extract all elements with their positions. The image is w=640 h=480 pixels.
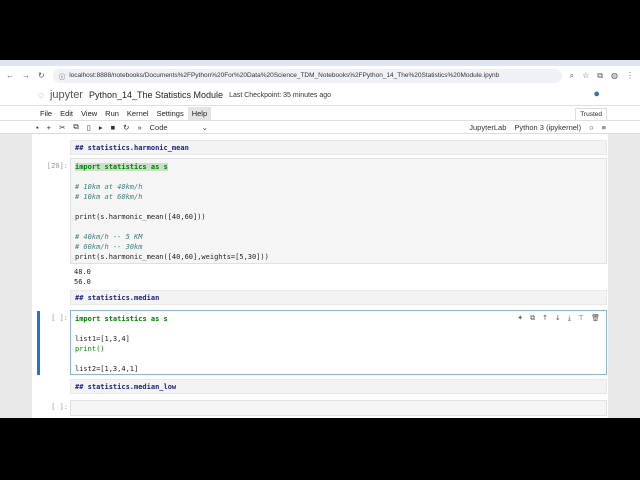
ai-sparkle-icon[interactable]: ✦: [517, 313, 523, 323]
python-logo-icon: ●: [593, 88, 600, 100]
duplicate-icon[interactable]: ⧉: [530, 313, 535, 323]
bookmark-star-icon[interactable]: ☆: [582, 71, 589, 80]
stop-icon[interactable]: ■: [111, 123, 116, 132]
menu-kernel[interactable]: Kernel: [123, 107, 153, 120]
menu-view[interactable]: View: [77, 107, 101, 120]
hamburger-icon[interactable]: ≡: [602, 123, 606, 132]
cut-icon[interactable]: ✂: [59, 123, 65, 132]
move-down-icon[interactable]: ↓: [555, 313, 561, 323]
menu-run[interactable]: Run: [101, 107, 123, 120]
kernel-status-icon: ○: [589, 122, 594, 132]
notebook-toolbar: ▪ + ✂ ⧉ ▯ ▸ ■ ↻ » Code ⌄ JupyterLab Pyth…: [0, 120, 640, 134]
code-line: list1=[1,3,4]: [75, 335, 130, 343]
markdown-cell[interactable]: ## statistics.median: [70, 290, 607, 305]
run-icon[interactable]: ▸: [99, 123, 103, 132]
cell-prompt: [20]:: [46, 162, 68, 170]
kernel-name[interactable]: Python 3 (ipykernel): [514, 123, 581, 132]
output-line: 56.0: [74, 278, 91, 286]
format-icon[interactable]: ⊤: [578, 313, 584, 323]
chevron-down-icon[interactable]: ⌄: [202, 123, 208, 132]
paste-icon[interactable]: ▯: [87, 123, 91, 132]
active-code-cell[interactable]: import statistics as s list1=[1,3,4] pri…: [70, 310, 607, 375]
code-line: import statistics as s: [75, 315, 168, 323]
markdown-text: ## statistics.harmonic_mean: [75, 144, 189, 152]
markdown-cell[interactable]: ## statistics.harmonic_mean: [70, 140, 607, 155]
cell-output: 48.0 56.0: [74, 267, 91, 287]
markdown-cell[interactable]: ## statistics.median_low: [70, 379, 607, 394]
restart-icon[interactable]: ↻: [123, 123, 129, 132]
notebook-title[interactable]: Python_14_The Statistics Module: [89, 90, 223, 100]
zoom-icon[interactable]: ⌕: [570, 71, 574, 81]
code-line: print(s.harmonic_mean([40,60],weights=[5…: [75, 253, 269, 261]
cell-prompt: [ ]:: [51, 314, 68, 322]
menu-file[interactable]: File: [36, 107, 56, 120]
jupyter-logo-text: jupyter: [49, 89, 83, 101]
jupyter-header: ◌ jupyter Python_14_The Statistics Modul…: [0, 85, 640, 105]
browser-toolbar: ← → ↻ ⓘ localhost:8888/notebooks/Document…: [0, 66, 640, 85]
jupyter-logo-icon: ◌: [38, 89, 44, 101]
menu-dots-icon[interactable]: ⋮: [626, 71, 634, 80]
code-line: # 10km at 60km/h: [75, 193, 143, 201]
cell-type-select[interactable]: Code: [150, 123, 194, 132]
insert-below-icon[interactable]: ⤓: [568, 313, 571, 323]
code-line: print(s.harmonic_mean([40,60])): [75, 213, 206, 221]
save-icon[interactable]: ▪: [36, 123, 39, 132]
extensions-icon[interactable]: ⧉: [597, 71, 603, 81]
code-line: # 10km at 40km/h: [75, 183, 143, 191]
address-bar[interactable]: ⓘ localhost:8888/notebooks/Documents%2FPy…: [52, 68, 562, 83]
code-line: # 40km/h -- 5 KM: [75, 233, 143, 241]
forward-icon[interactable]: →: [22, 71, 30, 80]
info-icon: ⓘ: [58, 73, 66, 81]
markdown-text: ## statistics.median_low: [75, 383, 177, 391]
menu-settings[interactable]: Settings: [153, 107, 188, 120]
code-line: list2=[1,3,4,1]: [75, 365, 139, 373]
add-cell-icon[interactable]: +: [47, 123, 51, 132]
code-line: print(): [75, 345, 105, 353]
code-cell[interactable]: import statistics as s # 10km at 40km/h …: [70, 158, 607, 264]
output-line: 48.0: [74, 268, 91, 276]
copy-icon[interactable]: ⧉: [73, 122, 78, 132]
checkpoint-status: Last Checkpoint: 35 minutes ago: [229, 91, 332, 99]
profile-icon[interactable]: ◍: [611, 71, 618, 80]
code-line: # 60km/h -- 30km: [75, 243, 143, 251]
menu-edit[interactable]: Edit: [56, 107, 77, 120]
markdown-text: ## statistics.median: [75, 294, 160, 302]
back-icon[interactable]: ←: [6, 71, 14, 80]
url-text: localhost:8888/notebooks/Documents%2FPyt…: [69, 72, 500, 79]
code-cell[interactable]: [70, 400, 607, 416]
reload-icon[interactable]: ↻: [38, 71, 45, 80]
code-line: import statistics as s: [75, 163, 168, 171]
delete-icon[interactable]: 🗑: [591, 313, 600, 323]
menu-bar: File Edit View Run Kernel Settings Help …: [0, 105, 640, 121]
run-all-icon[interactable]: »: [137, 123, 141, 132]
move-up-icon[interactable]: ↑: [542, 313, 548, 323]
jupyterlab-link[interactable]: JupyterLab: [469, 123, 506, 132]
cell-prompt: [ ]:: [51, 403, 68, 411]
menu-help[interactable]: Help: [187, 106, 212, 120]
